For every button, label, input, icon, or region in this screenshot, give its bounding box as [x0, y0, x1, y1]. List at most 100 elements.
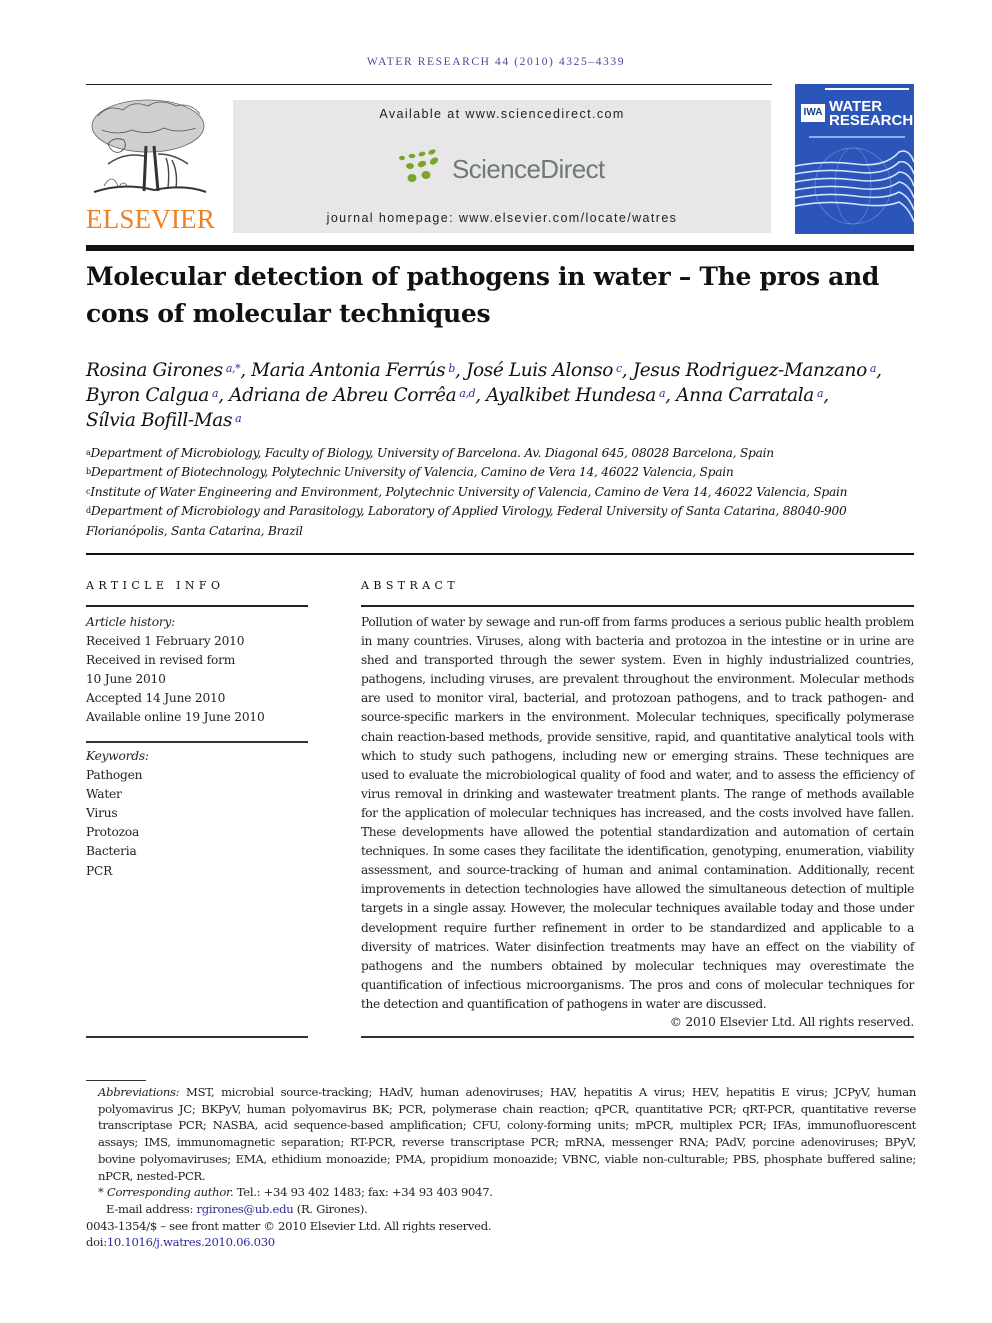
article-history: Article history: Received 1 February 201… — [86, 613, 308, 728]
affiliation-marker[interactable]: a,d — [456, 387, 475, 400]
abstract-text: Pollution of water by sewage and run-off… — [361, 615, 914, 1011]
author-name: Byron Calgua — [86, 385, 209, 406]
author-name: Sílvia Bofill-Mas — [86, 410, 233, 431]
email-suffix: (R. Girones). — [296, 1201, 368, 1216]
footnote-rule — [86, 1080, 146, 1081]
affiliation-marker[interactable]: b — [445, 362, 455, 375]
author-list: Rosina Girones a,*, Maria Antonia Ferrús… — [86, 360, 882, 431]
journal-homepage-link[interactable]: journal homepage: www.elsevier.com/locat… — [233, 211, 771, 225]
affiliation-key: d — [86, 506, 91, 516]
affiliation-text: Department of Microbiology and Parasitol… — [86, 504, 847, 538]
elsevier-tree-icon — [91, 99, 207, 193]
author[interactable]: Byron Calgua a — [86, 385, 219, 406]
author[interactable]: Anna Carratala a — [676, 385, 823, 406]
affiliation-key: c — [86, 486, 91, 496]
keyword-item: Protozoa — [86, 825, 140, 840]
author[interactable]: Jesus Rodriguez-Manzano a — [632, 360, 877, 381]
sciencedirect-dots-icon — [399, 149, 439, 182]
affiliation-marker[interactable]: a — [232, 412, 242, 425]
sciencedirect-wordmark: ScienceDirect — [452, 154, 605, 184]
keyword-item: Water — [86, 787, 122, 802]
footnotes: Abbreviations: MST, microbial source-tra… — [86, 1084, 916, 1251]
header-thick-rule — [86, 245, 914, 251]
history-item: Available online 19 June 2010 — [86, 710, 265, 725]
abbreviations-footnote: Abbreviations: MST, microbial source-tra… — [86, 1084, 916, 1184]
history-item: Received 1 February 2010 — [86, 634, 245, 649]
history-item: Accepted 14 June 2010 — [86, 691, 226, 706]
keyword-item: Virus — [86, 806, 118, 821]
abstract-heading: ABSTRACT — [361, 579, 460, 592]
corresponding-author-footnote: * Corresponding author. Tel.: +34 93 402… — [86, 1184, 916, 1201]
elsevier-wordmark: ELSEVIER — [86, 204, 216, 234]
corresponding-mark: * — [98, 1185, 104, 1200]
author-name: Anna Carratala — [676, 385, 814, 406]
author-name: Rosina Girones — [86, 360, 223, 381]
keywords-label: Keywords: — [86, 749, 149, 763]
email-footnote: E-mail address: rgirones@ub.edu (R. Giro… — [86, 1201, 916, 1218]
cover-title: WATER RESEARCH — [829, 99, 914, 129]
affiliation: bDepartment of Biotechnology, Polytechni… — [86, 463, 916, 482]
article-info-rule — [86, 605, 308, 607]
keywords-rule — [86, 741, 308, 743]
article-title: Molecular detection of pathogens in wate… — [86, 262, 880, 328]
cover-title-line2: RESEARCH — [829, 112, 914, 129]
affiliation: aDepartment of Microbiology, Faculty of … — [86, 444, 916, 463]
elsevier-logo[interactable]: ELSEVIER — [86, 96, 216, 236]
affiliation-key: a — [86, 448, 91, 457]
history-item: 10 June 2010 — [86, 672, 166, 687]
email-link[interactable]: rgirones@ub.edu — [196, 1202, 293, 1216]
running-head: WATER RESEARCH 44 (2010) 4325–4339 — [366, 56, 626, 68]
affiliation-marker[interactable]: a — [209, 387, 219, 400]
section-rule — [86, 553, 914, 555]
keywords: Keywords: Pathogen Water Virus Protozoa Bact… — [86, 747, 308, 881]
author[interactable]: Ayalkibet Hundesa a — [486, 385, 665, 406]
affiliation-marker[interactable]: a — [656, 387, 666, 400]
author-name: Jesus Rodriguez-Manzano — [632, 360, 867, 381]
author-name: Ayalkibet Hundesa — [486, 385, 656, 406]
corresponding-contact: Tel.: +34 93 402 1483; fax: +34 93 403 9… — [236, 1185, 493, 1200]
author[interactable]: Maria Antonia Ferrús b — [251, 360, 455, 381]
email-label: E-mail address: — [106, 1201, 194, 1216]
issn-line: 0043-1354/$ – see front matter © 2010 El… — [86, 1218, 492, 1233]
keyword-item: PCR — [86, 863, 113, 878]
author[interactable]: Adriana de Abreu Corrêa a,d — [229, 385, 475, 406]
doi-label: doi: — [86, 1235, 107, 1250]
abbreviations-label: Abbreviations: — [98, 1085, 180, 1099]
affiliation: cInstitute of Water Engineering and Envi… — [86, 483, 916, 502]
header-rule — [86, 84, 772, 85]
affiliation-marker[interactable]: a,* — [223, 362, 241, 375]
abstract-bottom-rule — [361, 1036, 914, 1038]
affiliation-list: aDepartment of Microbiology, Faculty of … — [86, 444, 916, 541]
author-name: José Luis Alonso — [466, 360, 613, 381]
iwa-logo: IWA — [801, 104, 825, 122]
abstract-rule — [361, 605, 914, 607]
history-item: Received in revised form — [86, 653, 236, 668]
corresponding-label: Corresponding author. — [106, 1185, 234, 1200]
author-name: Maria Antonia Ferrús — [251, 360, 446, 381]
available-at-link[interactable]: Available at www.sciencedirect.com — [233, 107, 771, 121]
doi-line: doi:10.1016/j.watres.2010.06.030 — [86, 1234, 916, 1251]
article-history-label: Article history: — [86, 615, 176, 629]
cover-top-bar — [825, 88, 909, 90]
affiliation-text: Department of Biotechnology, Polytechnic… — [90, 465, 734, 480]
abstract-copyright: © 2010 Elsevier Ltd. All rights reserved… — [669, 1015, 914, 1029]
affiliation-marker[interactable]: c — [613, 362, 622, 375]
article-info-heading: ARTICLE INFO — [86, 579, 225, 592]
affiliation-text: Institute of Water Engineering and Envir… — [90, 484, 848, 499]
doi-link[interactable]: 10.1016/j.watres.2010.06.030 — [107, 1235, 275, 1249]
sciencedirect-banner: Available at www.sciencedirect.com Scien… — [233, 100, 771, 233]
author[interactable]: José Luis Alonso c — [466, 360, 622, 381]
author[interactable]: Rosina Girones a,* — [86, 360, 241, 381]
keyword-item: Bacteria — [86, 844, 137, 859]
journal-cover[interactable]: IWA WATER RESEARCH — [795, 84, 914, 234]
cover-waves-icon — [795, 147, 914, 225]
affiliation-marker[interactable]: a — [814, 387, 824, 400]
affiliation-key: b — [86, 467, 91, 477]
author[interactable]: Sílvia Bofill-Mas a — [86, 410, 242, 431]
affiliation-marker[interactable]: a — [867, 362, 877, 375]
sciencedirect-logo[interactable]: ScienceDirect — [398, 148, 618, 188]
affiliation: dDepartment of Microbiology and Parasito… — [86, 502, 916, 541]
article-info-bottom-rule — [86, 1036, 308, 1038]
affiliation-text: Department of Microbiology, Faculty of B… — [90, 446, 775, 460]
keyword-item: Pathogen — [86, 768, 143, 783]
